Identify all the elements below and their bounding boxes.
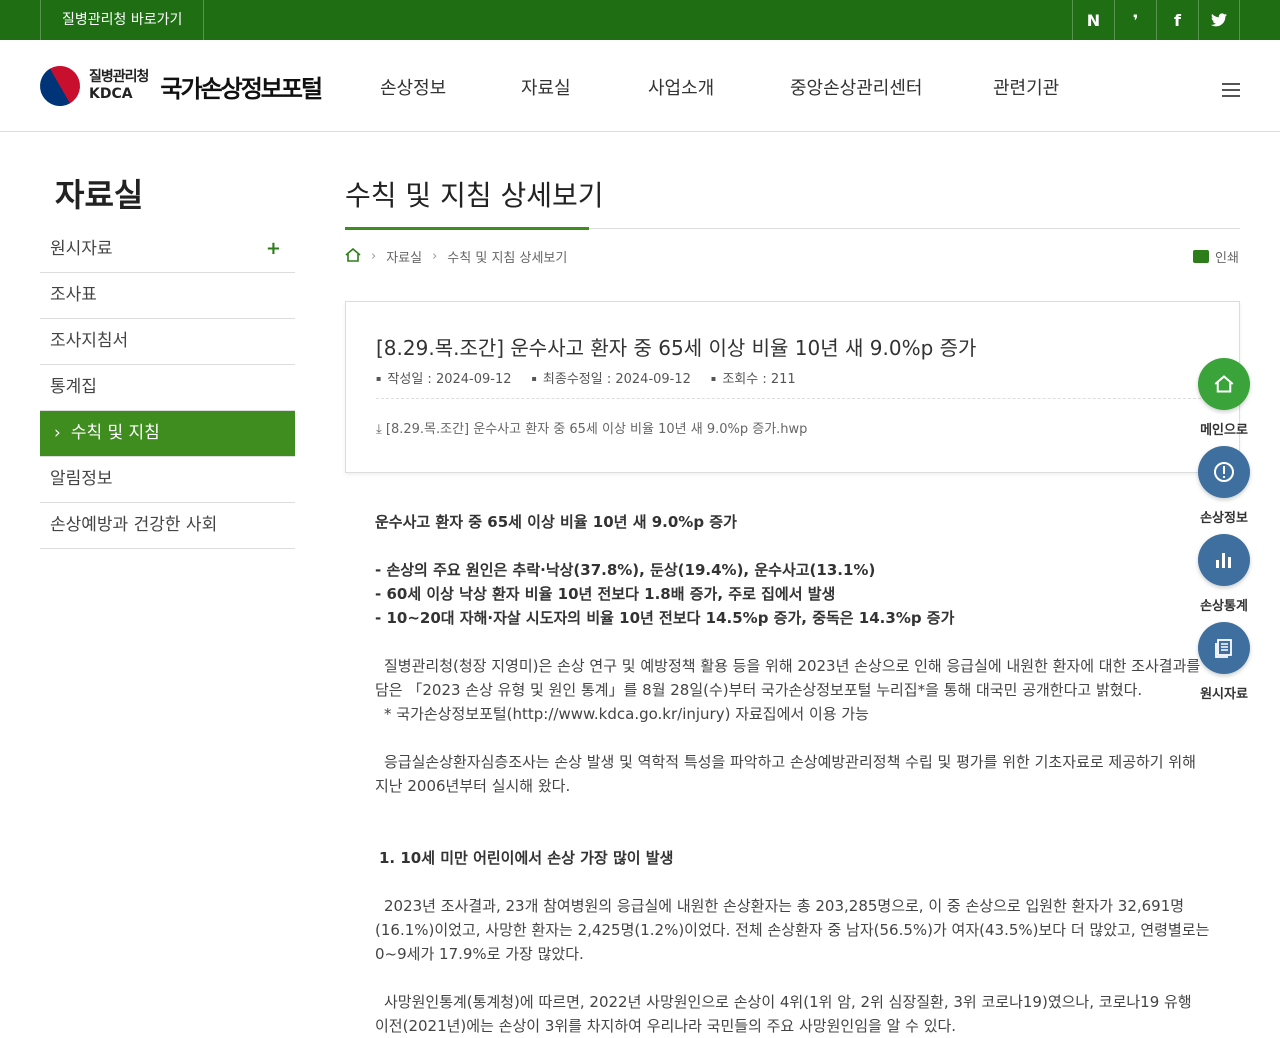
sidebar-item-guidelines[interactable]: › 수칙 및 지침	[40, 411, 295, 457]
print-button[interactable]: 인쇄	[1193, 247, 1239, 266]
body-note: * 국가손상정보포털(http://www.kdca.go.kr/injury)…	[384, 705, 869, 723]
modified-date: 최종수정일 : 2024-09-12	[532, 368, 691, 387]
nav-related-orgs[interactable]: 관련기관	[993, 74, 1059, 100]
naver-blog-icon[interactable]: N	[1072, 0, 1114, 40]
site-header: 질병관리청 KDCA 국가손상정보포털 손상정보 자료실 사업소개 중앙손상관리…	[0, 40, 1280, 132]
home-icon[interactable]	[345, 247, 361, 266]
site-logo[interactable]: 질병관리청 KDCA 국가손상정보포털	[32, 58, 323, 114]
page-title: 수칙 및 지침 상세보기	[345, 179, 604, 212]
nav-injury-info[interactable]: 손상정보	[380, 74, 446, 100]
sidebar-item-notices[interactable]: 알림정보	[40, 457, 295, 503]
quick-main-button[interactable]: 메인으로	[1196, 358, 1252, 438]
view-count: 조회수 : 211	[711, 368, 795, 387]
kdca-emblem-icon	[32, 58, 88, 114]
sns-links: N ❜ f	[1072, 0, 1240, 40]
article-meta: 작성일 : 2024-09-12 최종수정일 : 2024-09-12 조회수 …	[376, 368, 816, 387]
attachment-link[interactable]: ⤓ [8.29.목.조간] 운수사고 환자 중 65세 이상 비율 10년 새 …	[376, 418, 807, 437]
chevron-right-icon: ›	[371, 249, 377, 264]
top-utility-bar: 질병관리청 바로가기 N ❜ f	[0, 0, 1280, 40]
nav-center[interactable]: 중앙손상관리센터	[790, 74, 922, 100]
logo-english: KDCA	[89, 86, 133, 102]
bar-chart-icon	[1198, 534, 1250, 586]
sidebar-title: 자료실	[55, 176, 144, 214]
home-icon	[1198, 358, 1250, 410]
facebook-icon[interactable]: f	[1156, 0, 1198, 40]
twitter-icon[interactable]	[1198, 0, 1240, 40]
section-heading: 1. 10세 미만 어린이에서 손상 가장 많이 발생	[379, 849, 674, 867]
sidebar-item-questionnaire[interactable]: 조사표	[40, 273, 295, 319]
created-date: 작성일 : 2024-09-12	[376, 368, 511, 387]
quick-statistics-button[interactable]: 손상통계	[1196, 534, 1252, 614]
chevron-right-icon: ›	[432, 249, 438, 264]
alert-icon	[1198, 446, 1250, 498]
quick-raw-data-button[interactable]: 원시자료	[1196, 622, 1252, 702]
body-bullet: - 60세 이상 낙상 환자 비율 10년 전보다 1.8배 증가, 주로 집에…	[375, 585, 836, 603]
body-paragraph: 2023년 조사결과, 23개 참여병원의 응급실에 내원한 손상환자는 총 2…	[375, 897, 1210, 963]
body-paragraph: 응급실손상환자심층조사는 손상 발생 및 역학적 특성을 파악하고 손상예방관리…	[375, 753, 1196, 795]
quick-injury-info-button[interactable]: 손상정보	[1196, 446, 1252, 526]
body-headline: 운수사고 환자 중 65세 이상 비율 10년 새 9.0%p 증가	[375, 513, 737, 531]
document-icon	[1198, 622, 1250, 674]
nav-archive[interactable]: 자료실	[521, 74, 571, 100]
kakao-story-icon[interactable]: ❜	[1114, 0, 1156, 40]
printer-icon	[1193, 250, 1209, 263]
logo-korean: 질병관리청	[89, 69, 149, 85]
body-bullet: - 손상의 주요 원인은 추락·낙상(37.8%), 둔상(19.4%), 운수…	[375, 561, 876, 579]
sidebar-nav: 원시자료 + 조사표 조사지침서 통계집 › 수칙 및 지침 알림정보 손상예방과…	[40, 227, 295, 549]
breadcrumb: › 자료실 › 수칙 및 지침 상세보기	[345, 247, 567, 266]
chevron-right-icon: ›	[54, 423, 61, 443]
article-subject: [8.29.목.조간] 운수사고 환자 중 65세 이상 비율 10년 새 9.…	[376, 336, 977, 360]
breadcrumb-archive[interactable]: 자료실	[386, 247, 422, 266]
download-icon: ⤓	[376, 422, 382, 437]
portal-name: 국가손상정보포털	[160, 74, 323, 103]
kdca-shortcut-link[interactable]: 질병관리청 바로가기	[40, 0, 205, 40]
sidebar-item-prevention[interactable]: 손상예방과 건강한 사회	[40, 503, 295, 549]
title-accent-bar	[345, 227, 589, 230]
body-paragraph: 질병관리청(청장 지영미)은 손상 연구 및 예방정책 활용 등을 위해 202…	[375, 657, 1201, 699]
sidebar-item-survey-guide[interactable]: 조사지침서	[40, 319, 295, 365]
nav-business[interactable]: 사업소개	[648, 74, 714, 100]
breadcrumb-current: 수칙 및 지침 상세보기	[447, 251, 568, 266]
body-bullet: - 10~20대 자해·자살 시도자의 비율 10년 전보다 14.5%p 증가…	[375, 609, 955, 627]
article-body: 운수사고 환자 중 65세 이상 비율 10년 새 9.0%p 증가 - 손상의…	[375, 510, 1210, 1038]
hamburger-menu-icon[interactable]	[1222, 83, 1240, 97]
sidebar-item-statistics[interactable]: 통계집	[40, 365, 295, 411]
article-header: [8.29.목.조간] 운수사고 환자 중 65세 이상 비율 10년 새 9.…	[345, 301, 1240, 473]
sidebar-item-raw-data[interactable]: 원시자료 +	[40, 227, 295, 273]
body-paragraph: 사망원인통계(통계청)에 따르면, 2022년 사망원인으로 손상이 4위(1위…	[375, 993, 1192, 1035]
expand-plus-icon[interactable]: +	[266, 227, 281, 271]
